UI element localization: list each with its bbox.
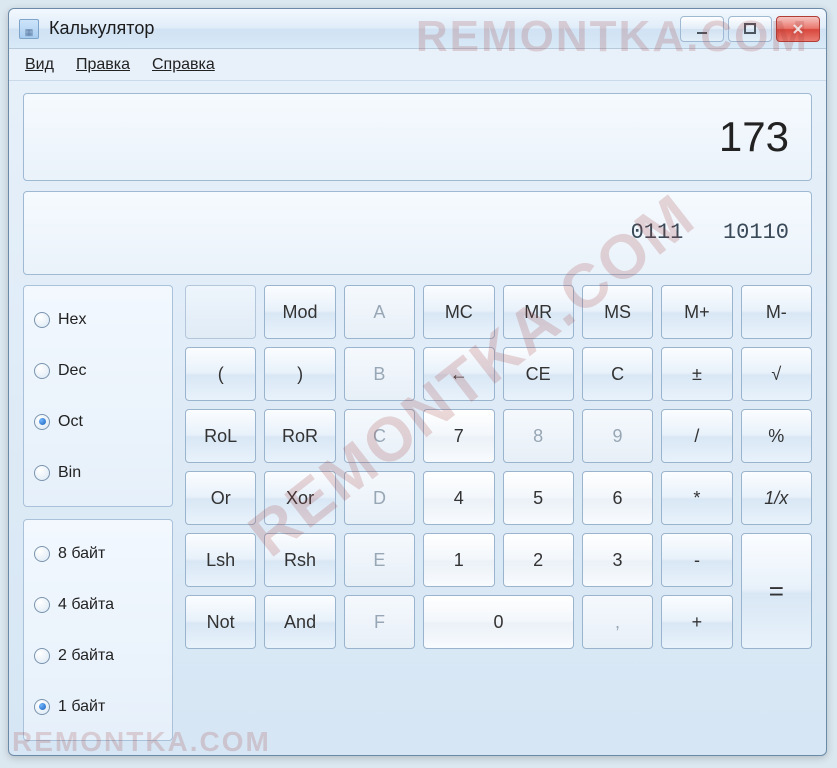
mc-button[interactable]: MC (423, 285, 494, 339)
blank-button (185, 285, 256, 339)
percent-button[interactable]: % (741, 409, 812, 463)
c-hex-button[interactable]: C (344, 409, 415, 463)
lparen-button[interactable]: ( (185, 347, 256, 401)
radio-4byte-icon (34, 597, 50, 613)
bit-display: 0111 1011 0 (23, 191, 812, 275)
digit-6-button[interactable]: 6 (582, 471, 653, 525)
xor-button[interactable]: Xor (264, 471, 335, 525)
window-controls (680, 16, 820, 42)
digit-7-button[interactable]: 7 (423, 409, 494, 463)
divide-button[interactable]: / (661, 409, 732, 463)
radio-bin[interactable]: Bin (34, 456, 162, 490)
base-panel: Hex Dec Oct Bin (23, 285, 173, 507)
calculator-window: ▦ Калькулятор Вид Правка Справка 173 011… (8, 8, 827, 756)
rol-button[interactable]: RoL (185, 409, 256, 463)
radio-2byte[interactable]: 2 байта (34, 639, 162, 673)
radio-oct-icon (34, 414, 50, 430)
d-hex-button[interactable]: D (344, 471, 415, 525)
close-button[interactable] (776, 16, 820, 42)
maximize-button[interactable] (728, 16, 772, 42)
digit-1-button[interactable]: 1 (423, 533, 494, 587)
radio-bin-icon (34, 465, 50, 481)
radio-8byte-icon (34, 546, 50, 562)
radio-oct-label: Oct (58, 413, 83, 431)
radio-8byte[interactable]: 8 байт (34, 537, 162, 571)
equals-button[interactable]: = (741, 533, 812, 649)
menu-help-label: Справка (152, 56, 215, 73)
ror-button[interactable]: RoR (264, 409, 335, 463)
radio-bin-label: Bin (58, 464, 81, 482)
mplus-button[interactable]: M+ (661, 285, 732, 339)
word-size-panel: 8 байт 4 байта 2 байта 1 байт (23, 519, 173, 741)
menu-view[interactable]: Вид (25, 56, 54, 74)
radio-2byte-label: 2 байта (58, 647, 114, 665)
reciprocal-label: 1/x (764, 488, 788, 509)
bit-line2: 0 (776, 219, 789, 247)
mr-button[interactable]: MR (503, 285, 574, 339)
radio-2byte-icon (34, 648, 50, 664)
add-button[interactable]: + (661, 595, 732, 649)
not-button[interactable]: Not (185, 595, 256, 649)
reciprocal-button[interactable]: 1/x (741, 471, 812, 525)
clear-button[interactable]: C (582, 347, 653, 401)
ms-button[interactable]: MS (582, 285, 653, 339)
and-button[interactable]: And (264, 595, 335, 649)
radio-8byte-label: 8 байт (58, 545, 105, 563)
radio-hex-icon (34, 312, 50, 328)
decimal-button[interactable]: , (582, 595, 653, 649)
lsh-button[interactable]: Lsh (185, 533, 256, 587)
menu-view-label: Вид (25, 56, 54, 73)
digit-2-button[interactable]: 2 (503, 533, 574, 587)
rparen-button[interactable]: ) (264, 347, 335, 401)
minimize-button[interactable] (680, 16, 724, 42)
radio-dec-icon (34, 363, 50, 379)
menu-edit-label: Правка (76, 56, 130, 73)
backspace-button[interactable]: ← (423, 347, 494, 401)
radio-4byte-label: 4 байта (58, 596, 114, 614)
display: 173 (23, 93, 812, 181)
bit-line1: 0111 1011 (631, 219, 776, 247)
e-hex-button[interactable]: E (344, 533, 415, 587)
titlebar[interactable]: ▦ Калькулятор (9, 9, 826, 49)
subtract-button[interactable]: - (661, 533, 732, 587)
radio-oct[interactable]: Oct (34, 405, 162, 439)
digit-4-button[interactable]: 4 (423, 471, 494, 525)
mod-button[interactable]: Mod (264, 285, 335, 339)
ce-button[interactable]: CE (503, 347, 574, 401)
digit-0-button[interactable]: 0 (423, 595, 574, 649)
b-button[interactable]: B (344, 347, 415, 401)
mminus-button[interactable]: M- (741, 285, 812, 339)
app-icon: ▦ (19, 19, 39, 39)
digit-3-button[interactable]: 3 (582, 533, 653, 587)
f-hex-button[interactable]: F (344, 595, 415, 649)
plusminus-button[interactable]: ± (661, 347, 732, 401)
window-title: Калькулятор (49, 18, 680, 39)
sqrt-button[interactable]: √ (741, 347, 812, 401)
digit-9-button[interactable]: 9 (582, 409, 653, 463)
menu-help[interactable]: Справка (152, 56, 215, 74)
radio-dec-label: Dec (58, 362, 86, 380)
display-value: 173 (719, 113, 789, 161)
radio-hex-label: Hex (58, 311, 86, 329)
button-grid: Mod A MC MR MS M+ M- ( ) B ← CE C ± √ Ro… (185, 285, 812, 741)
rsh-button[interactable]: Rsh (264, 533, 335, 587)
menubar: Вид Правка Справка (9, 49, 826, 81)
digit-5-button[interactable]: 5 (503, 471, 574, 525)
or-button[interactable]: Or (185, 471, 256, 525)
client-area: 173 0111 1011 0 Hex Dec Oct (9, 81, 826, 755)
digit-8-button[interactable]: 8 (503, 409, 574, 463)
multiply-button[interactable]: * (661, 471, 732, 525)
radio-4byte[interactable]: 4 байта (34, 588, 162, 622)
radio-1byte-icon (34, 699, 50, 715)
menu-edit[interactable]: Правка (76, 56, 130, 74)
radio-hex[interactable]: Hex (34, 303, 162, 337)
a-button[interactable]: A (344, 285, 415, 339)
controls-grid: Hex Dec Oct Bin 8 байт (23, 285, 812, 741)
radio-1byte[interactable]: 1 байт (34, 690, 162, 724)
radio-1byte-label: 1 байт (58, 698, 105, 716)
radio-dec[interactable]: Dec (34, 354, 162, 388)
